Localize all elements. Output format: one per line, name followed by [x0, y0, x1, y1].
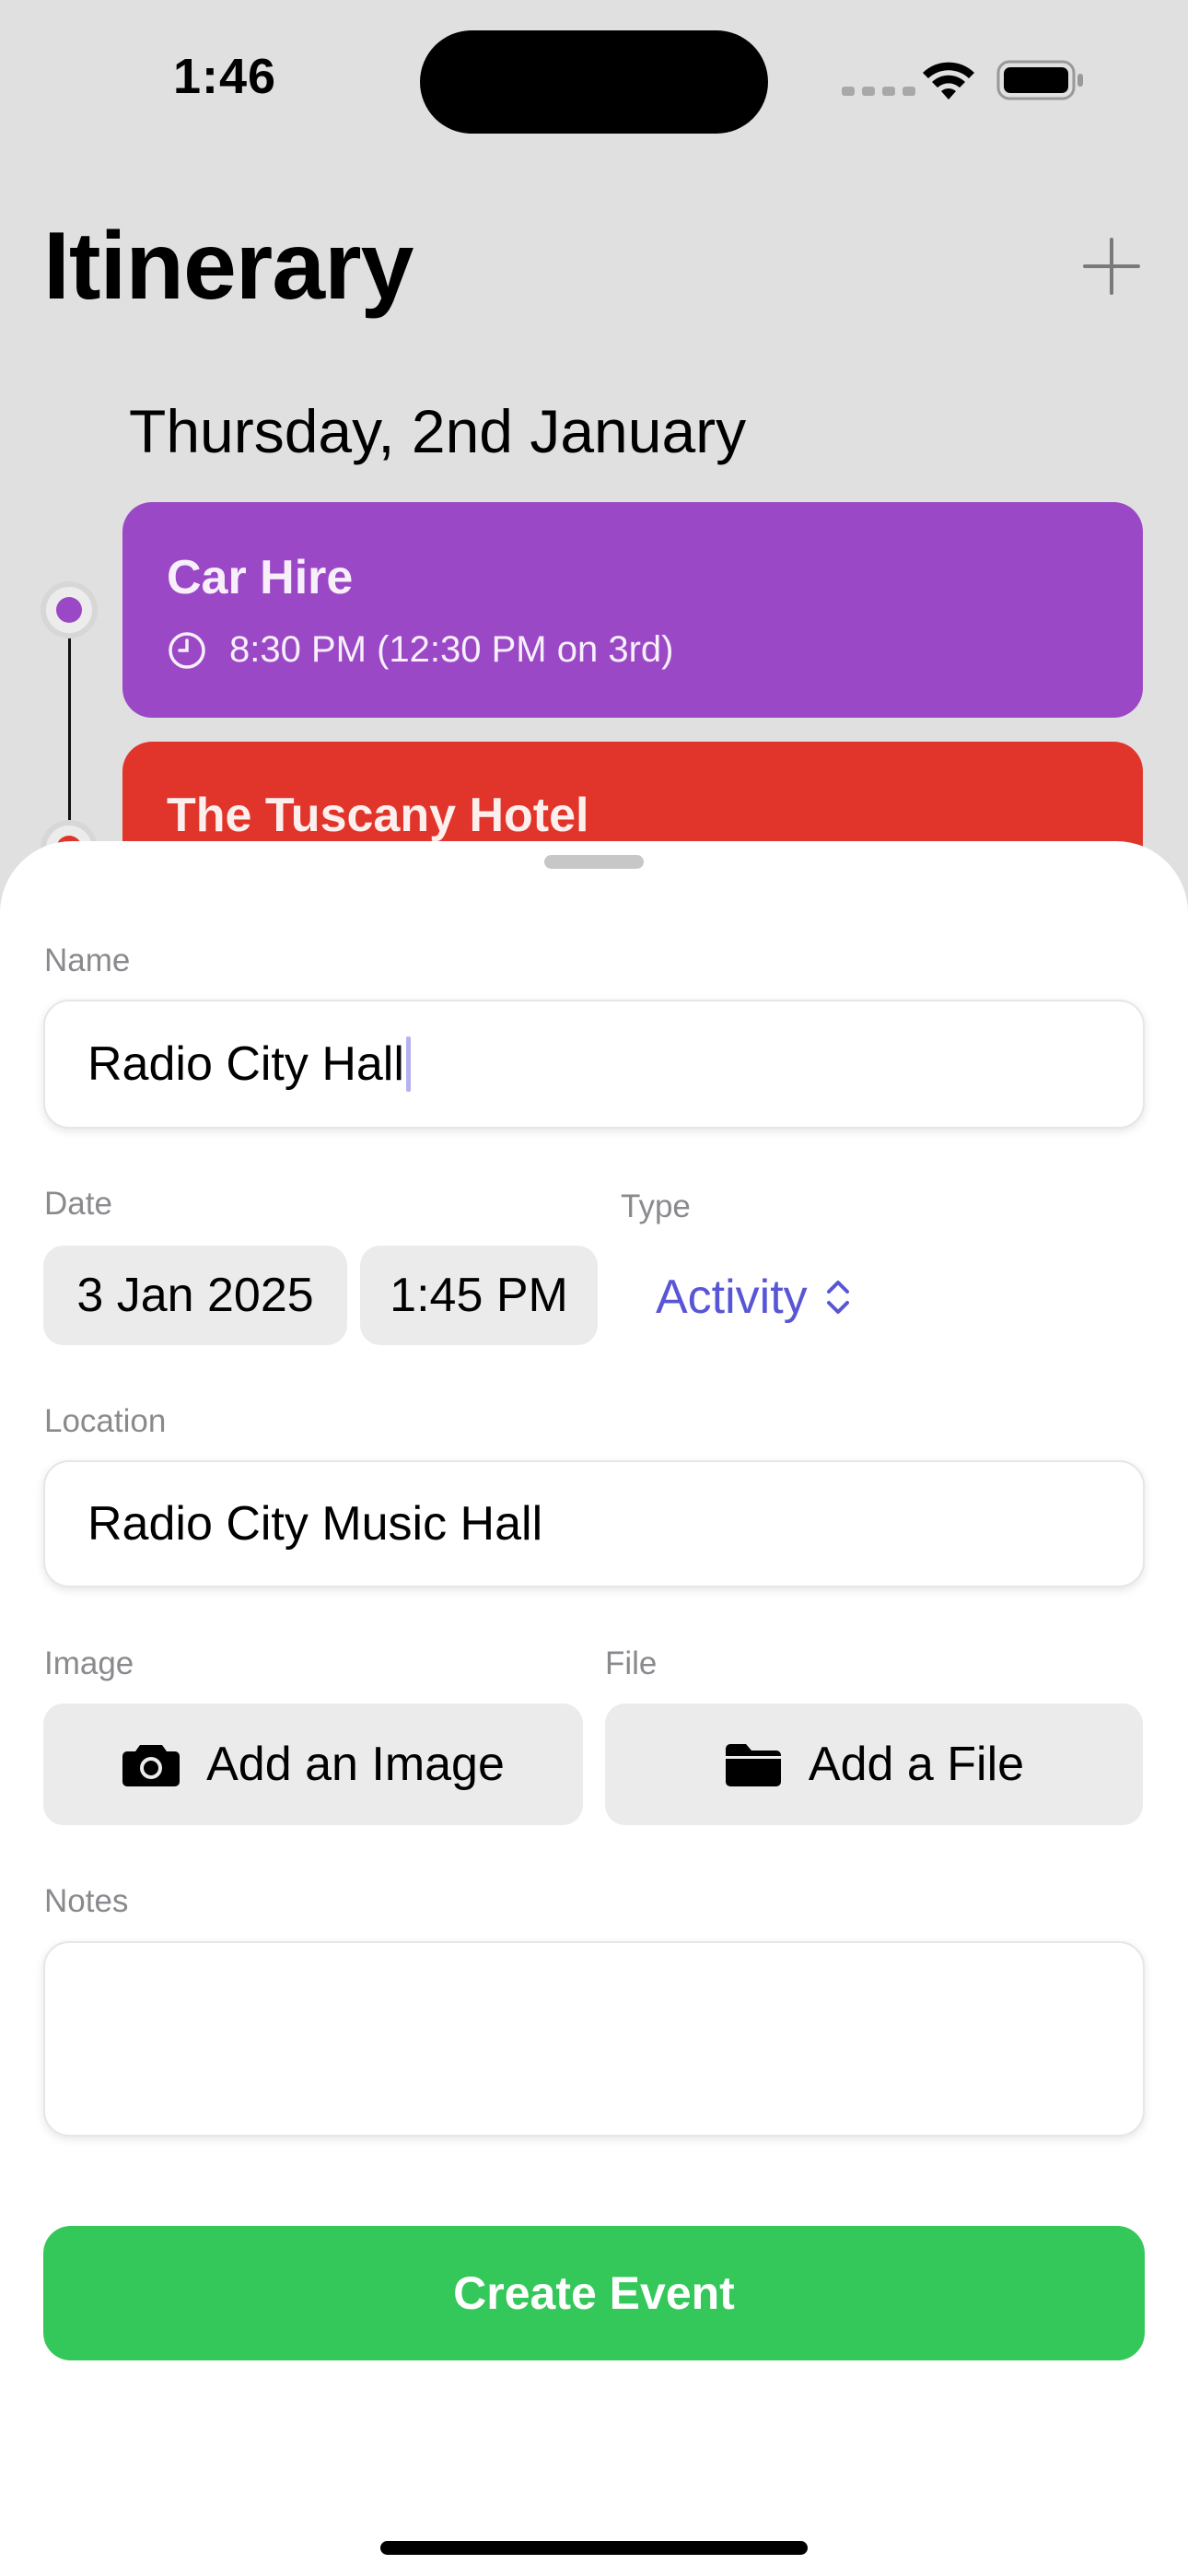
add-image-label: Add an Image [206, 1738, 505, 1791]
type-picker[interactable]: Activity [656, 1265, 852, 1329]
type-value: Activity [656, 1270, 808, 1324]
wifi-icon [923, 62, 974, 100]
add-file-button[interactable]: Add a File [605, 1704, 1143, 1825]
page-title: Itinerary [43, 213, 413, 320]
timeline-dot-car-hire [41, 581, 98, 638]
day-heading: Thursday, 2nd January [129, 397, 747, 465]
cellular-signal-icon [842, 87, 915, 96]
create-event-button[interactable]: Create Event [43, 2226, 1145, 2360]
folder-icon [725, 1744, 781, 1786]
location-value: Radio City Music Hall [87, 1497, 543, 1551]
chevron-up-down-icon [826, 1281, 849, 1314]
name-field[interactable]: Radio City Hall [43, 1000, 1145, 1129]
add-image-button[interactable]: Add an Image [43, 1704, 583, 1825]
clock-icon [169, 631, 205, 669]
event-time: 8:30 PM (12:30 PM on 3rd) [167, 629, 673, 671]
text-cursor [405, 1036, 411, 1092]
file-label: File [605, 1645, 658, 1681]
status-time: 1:46 [173, 49, 277, 104]
type-label: Type [621, 1188, 691, 1224]
event-title: Car Hire [167, 551, 354, 604]
add-file-label: Add a File [808, 1738, 1025, 1791]
notes-label: Notes [44, 1883, 129, 1919]
name-label: Name [44, 943, 131, 978]
timeline-line [68, 636, 71, 829]
name-value: Radio City Hall [87, 1037, 404, 1091]
date-picker[interactable]: 3 Jan 2025 [43, 1246, 347, 1345]
sheet-grabber[interactable] [544, 855, 644, 869]
location-field[interactable]: Radio City Music Hall [43, 1460, 1145, 1587]
dynamic-island [420, 30, 768, 134]
time-picker[interactable]: 1:45 PM [360, 1246, 598, 1345]
add-event-icon[interactable] [1083, 238, 1140, 295]
home-indicator [380, 2541, 808, 2555]
image-label: Image [44, 1645, 134, 1681]
location-label: Location [44, 1403, 167, 1439]
event-card-car-hire[interactable]: Car Hire 8:30 PM (12:30 PM on 3rd) [122, 502, 1143, 718]
notes-field[interactable] [43, 1941, 1145, 2137]
camera-icon [122, 1745, 181, 1786]
event-time-text: 8:30 PM (12:30 PM on 3rd) [229, 629, 674, 670]
battery-icon [996, 60, 1083, 100]
date-label: Date [44, 1186, 112, 1222]
event-title: The Tuscany Hotel [167, 789, 589, 842]
new-event-sheet: Name Radio City Hall Date Type 3 Jan 202… [0, 841, 1188, 2576]
